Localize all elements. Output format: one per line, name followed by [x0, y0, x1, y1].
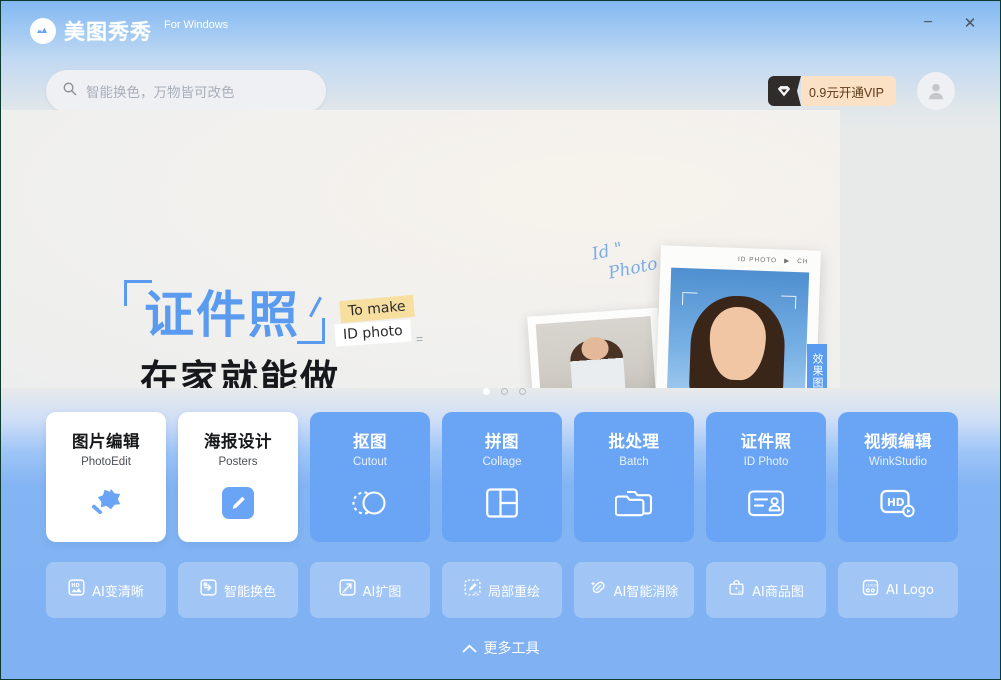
more-tools-label: 更多工具 [483, 640, 540, 656]
svg-text:LOGO: LOGO [866, 584, 877, 588]
photo-casual-image [535, 316, 661, 388]
tool-card-subtitle: PhotoEdit [81, 456, 131, 468]
photo-casual-frame [527, 307, 670, 388]
tool-card-batch[interactable]: 批处理 Batch [574, 412, 694, 542]
tool-card-collage[interactable]: 拼图 Collage [442, 412, 562, 542]
banner-tag-dash: = [415, 331, 423, 347]
ai-tool-label: AI扩图 [362, 584, 402, 600]
ai-tool-label: 智能换色 [223, 584, 276, 600]
inpaint-icon: AI [464, 579, 481, 601]
logo-grid-icon: LOGO [862, 579, 879, 601]
tool-card-subtitle: Collage [482, 456, 522, 468]
user-avatar-icon[interactable] [917, 72, 955, 110]
photo-idphoto-top-label: ID PHOTO [737, 255, 778, 264]
tool-card-row: 图片编辑 PhotoEdit 海报设计 Posters 抠图 Cutout 拼图… [46, 412, 958, 542]
tool-card-subtitle: Batch [619, 456, 649, 468]
eraser-icon [590, 579, 607, 601]
tool-card-idphoto[interactable]: 证件照 ID Photo [706, 412, 826, 542]
tool-card-title: 证件照 [740, 432, 792, 451]
grid-layout-icon [480, 481, 524, 525]
tool-card-winkstudio[interactable]: 视频编辑 WinkStudio HD [838, 412, 958, 542]
pencil-square-icon [216, 481, 260, 525]
id-card-icon [744, 481, 788, 525]
tool-card-title: 拼图 [485, 432, 519, 451]
tool-card-subtitle: Posters [218, 456, 258, 468]
ai-tool-row: HD AI变清晰 智能换色 AI AI扩图 AI 局部重绘 AI智能消除 AI … [46, 562, 958, 618]
banner-side-label: 效果图 [807, 344, 827, 388]
ai-tool-label: AI智能消除 [613, 584, 679, 600]
meitu-logo-icon [30, 18, 56, 44]
expand-image-icon: AI [339, 579, 356, 601]
diamond-icon [767, 76, 801, 106]
banner-tag-line2: ID photo [334, 319, 412, 347]
minimize-icon: − [923, 14, 933, 31]
crop-corner-top-left-icon [681, 292, 698, 306]
ai-tool-expand-image[interactable]: AI AI扩图 [310, 562, 430, 618]
folders-icon [612, 481, 656, 525]
tool-card-cutout[interactable]: 抠图 Cutout [310, 412, 430, 542]
decorative-slash [309, 296, 322, 318]
brand: 美图秀秀 For Windows [30, 16, 228, 46]
hd-video-icon: HD [876, 481, 920, 525]
ai-tool-label: 局部重绘 [487, 584, 540, 600]
decorative-bracket-bottom-right [297, 318, 325, 344]
play-marker-icon: ▶ [784, 257, 791, 265]
cutout-circles-icon [348, 481, 392, 525]
search-placeholder: 智能换色，万物皆可改色 [86, 85, 235, 100]
product-bag-icon: AI [728, 579, 745, 601]
photo-idphoto-frame: ID PHOTO ▶ CH RENDERING ▶ [653, 245, 821, 388]
photo-idphoto-lang: CH [797, 257, 809, 265]
svg-text:HD: HD [72, 583, 80, 589]
more-tools-button[interactable]: 更多工具 [0, 638, 1001, 658]
carousel-dot-2[interactable] [501, 388, 508, 395]
window-controls: − ✕ [907, 8, 991, 38]
ai-tool-eraser[interactable]: AI智能消除 [574, 562, 694, 618]
color-swap-icon [200, 579, 217, 601]
close-button[interactable]: ✕ [949, 8, 991, 38]
ai-tool-label: AI变清晰 [92, 584, 144, 600]
crop-corner-top-right-icon [780, 295, 797, 310]
tool-card-subtitle: WinkStudio [868, 456, 928, 468]
tool-card-photoedit[interactable]: 图片编辑 PhotoEdit [46, 412, 166, 542]
svg-text:AI: AI [342, 591, 346, 595]
vip-label: 0.9元开通VIP [800, 76, 896, 106]
banner-title: 证件照 [144, 286, 300, 344]
vip-upgrade-button[interactable]: 0.9元开通VIP [767, 76, 896, 106]
tool-card-title: 图片编辑 [72, 432, 140, 451]
carousel-dots [483, 388, 526, 395]
banner-subtitle: 在家就能做 [140, 357, 341, 388]
brand-name: 美图秀秀 [64, 20, 152, 44]
photo-idphoto-top-meta: ID PHOTO ▶ CH [672, 253, 809, 266]
tool-card-title: 视频编辑 [864, 432, 932, 451]
hd-enhance-icon: HD [68, 579, 85, 601]
search-icon [62, 81, 77, 101]
carousel-dot-1[interactable] [483, 388, 490, 395]
minimize-button[interactable]: − [907, 8, 949, 38]
carousel-dot-3[interactable] [519, 388, 526, 395]
ai-tool-label: AI Logo [885, 582, 935, 598]
title-bar: 美图秀秀 For Windows − ✕ [0, 0, 1001, 56]
tool-card-title: 海报设计 [204, 432, 272, 451]
brand-subtitle: For Windows [164, 19, 229, 31]
tool-card-subtitle: Cutout [353, 456, 387, 468]
photo-idphoto-image [664, 267, 810, 388]
tool-card-subtitle: ID Photo [743, 456, 789, 468]
svg-text:AI: AI [738, 590, 742, 594]
magic-wand-icon [84, 481, 128, 525]
chevron-up-icon [462, 640, 477, 656]
tool-card-title: 抠图 [353, 432, 387, 451]
ai-tool-inpaint[interactable]: AI 局部重绘 [442, 562, 562, 618]
promo-banner[interactable]: 证件照 在家就能做 To make ID photo = 去制作 → Id " … [0, 110, 840, 388]
tool-card-title: 批处理 [608, 432, 660, 451]
close-icon: ✕ [963, 15, 977, 32]
svg-text:AI: AI [474, 591, 478, 595]
ai-tool-product-image[interactable]: AI AI商品图 [706, 562, 826, 618]
ai-tool-hd-enhance[interactable]: HD AI变清晰 [46, 562, 166, 618]
svg-text:HD: HD [887, 497, 905, 509]
ai-tool-color-swap[interactable]: 智能换色 [178, 562, 298, 618]
ai-tool-label: AI商品图 [752, 584, 804, 600]
ai-tool-logo[interactable]: LOGO AI Logo [838, 562, 958, 618]
tool-card-posters[interactable]: 海报设计 Posters [178, 412, 298, 542]
search-input[interactable]: 智能换色，万物皆可改色 [46, 70, 326, 112]
